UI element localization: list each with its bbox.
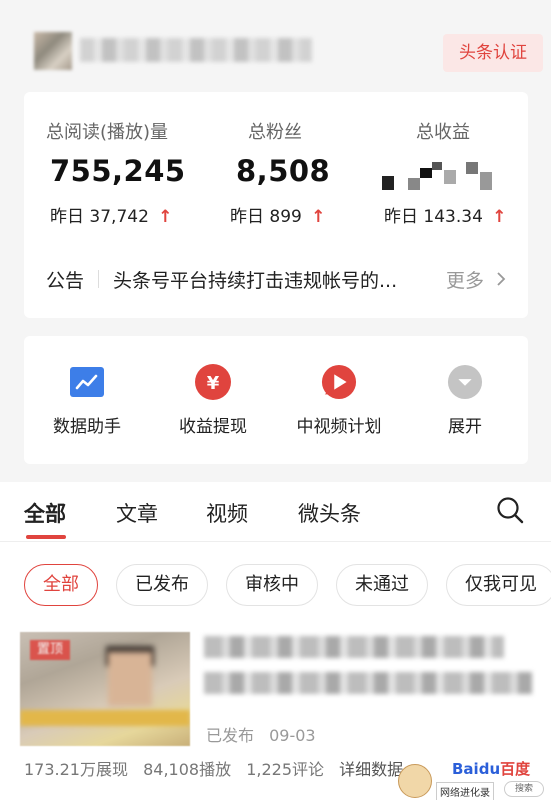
tool-label: 收益提现 bbox=[179, 417, 247, 437]
data-assistant-icon bbox=[69, 364, 105, 400]
status-filters: 全部 已发布 审核中 未通过 仅我可见 bbox=[0, 542, 551, 626]
yesterday-prefix: 昨日 bbox=[384, 207, 418, 227]
more-label: 更多 bbox=[445, 269, 484, 292]
logo-text: Bai bbox=[452, 760, 479, 778]
svg-text:¥: ¥ bbox=[207, 373, 220, 394]
article-status: 已发布 bbox=[206, 726, 255, 745]
tool-withdraw[interactable]: ¥ 收益提现 bbox=[150, 336, 276, 464]
chevron-right-icon bbox=[496, 270, 506, 292]
stat-label: 总粉丝 bbox=[248, 122, 302, 143]
profile-header: 头条认证 bbox=[0, 0, 551, 92]
watermark-site-name: 网络进化录 bbox=[436, 782, 494, 800]
mascot-logo bbox=[398, 764, 432, 798]
stat-yesterday: 昨日 37,742 ↑ bbox=[50, 202, 173, 227]
article-stats: 173.21万展现 84,108播放 1,225评论 详细数据 bbox=[24, 756, 413, 780]
article-date: 09-03 bbox=[269, 726, 316, 745]
yesterday-value: 899 bbox=[269, 207, 302, 227]
stat-yesterday: 昨日 899 ↑ bbox=[230, 202, 326, 227]
tool-data-assistant[interactable]: 数据助手 bbox=[24, 336, 150, 464]
search-icon[interactable] bbox=[496, 496, 524, 524]
more-link[interactable]: 更多 bbox=[446, 266, 506, 293]
up-arrow-icon: ↑ bbox=[492, 207, 507, 227]
yesterday-value: 143.34 bbox=[423, 207, 483, 227]
pinned-badge: 置顶 bbox=[30, 640, 70, 660]
thumb-detail bbox=[20, 710, 190, 726]
income-mosaic-redacted bbox=[382, 162, 494, 192]
tool-label: 展开 bbox=[448, 417, 482, 437]
article-title-redacted bbox=[204, 636, 504, 658]
account-name-redacted bbox=[80, 38, 312, 62]
stat-label: 总阅读(播放)量 bbox=[46, 122, 169, 143]
watermark-search: 搜索 bbox=[504, 781, 544, 797]
stat-total-fans[interactable]: 总粉丝 8,508 昨日 899 ↑ bbox=[192, 92, 360, 232]
impressions-count: 173.21万展现 bbox=[24, 760, 128, 779]
content-tabs: 全部 文章 视频 微头条 bbox=[0, 482, 551, 542]
logo-text: 百度 bbox=[500, 760, 531, 778]
yesterday-prefix: 昨日 bbox=[50, 207, 84, 227]
announcement-label: 公告 bbox=[46, 269, 85, 292]
yuan-icon: ¥ bbox=[195, 364, 231, 400]
tab-micro-posts[interactable]: 微头条 bbox=[298, 498, 361, 528]
active-tab-indicator bbox=[26, 535, 66, 539]
logo-text: du bbox=[478, 760, 501, 778]
stat-label: 总收益 bbox=[416, 122, 470, 143]
article-meta: 已发布 09-03 bbox=[206, 722, 316, 746]
yesterday-prefix: 昨日 bbox=[230, 207, 264, 227]
stats-card: 总阅读(播放)量 755,245 昨日 37,742 ↑ 总粉丝 8,508 昨… bbox=[24, 92, 528, 318]
article-thumbnail[interactable]: 置顶 bbox=[20, 632, 190, 746]
up-arrow-icon: ↑ bbox=[311, 207, 326, 227]
tools-card: 数据助手 ¥ 收益提现 中视频计划 展开 bbox=[24, 336, 528, 464]
announcement-bar[interactable]: 公告 头条号平台持续打击违规帐号的... 更多 bbox=[24, 240, 528, 318]
divider bbox=[98, 270, 100, 288]
filter-all[interactable]: 全部 bbox=[24, 564, 98, 606]
comments-count: 1,225评论 bbox=[246, 760, 324, 779]
tab-videos[interactable]: 视频 bbox=[206, 498, 248, 528]
tab-all[interactable]: 全部 bbox=[24, 498, 66, 528]
stat-value: 8,508 bbox=[236, 154, 331, 188]
announcement-text: 头条号平台持续打击违规帐号的... bbox=[113, 269, 398, 292]
detail-data-link[interactable]: 详细数据 bbox=[339, 760, 403, 779]
tool-label: 数据助手 bbox=[53, 417, 121, 437]
baidu-logo: Baidu百度 bbox=[452, 758, 530, 779]
filter-private[interactable]: 仅我可见 bbox=[446, 564, 551, 606]
play-icon bbox=[321, 364, 357, 400]
stat-value: 755,245 bbox=[50, 154, 186, 188]
tool-expand[interactable]: 展开 bbox=[402, 336, 528, 464]
yesterday-value: 37,742 bbox=[89, 207, 149, 227]
plays-count: 84,108播放 bbox=[143, 760, 232, 779]
stat-total-reads[interactable]: 总阅读(播放)量 755,245 昨日 37,742 ↑ bbox=[24, 92, 192, 232]
tab-articles[interactable]: 文章 bbox=[116, 498, 158, 528]
stat-yesterday: 昨日 143.34 ↑ bbox=[384, 202, 507, 227]
avatar[interactable] bbox=[34, 32, 72, 70]
thumb-detail bbox=[108, 652, 152, 706]
verify-button[interactable]: 头条认证 bbox=[443, 34, 543, 72]
expand-icon bbox=[447, 364, 483, 400]
up-arrow-icon: ↑ bbox=[158, 207, 173, 227]
filter-reviewing[interactable]: 审核中 bbox=[226, 564, 318, 606]
filter-rejected[interactable]: 未通过 bbox=[336, 564, 428, 606]
filter-published[interactable]: 已发布 bbox=[116, 564, 208, 606]
article-title-redacted bbox=[204, 672, 532, 694]
tool-mid-video-plan[interactable]: 中视频计划 bbox=[276, 336, 402, 464]
tool-label: 中视频计划 bbox=[296, 417, 382, 437]
